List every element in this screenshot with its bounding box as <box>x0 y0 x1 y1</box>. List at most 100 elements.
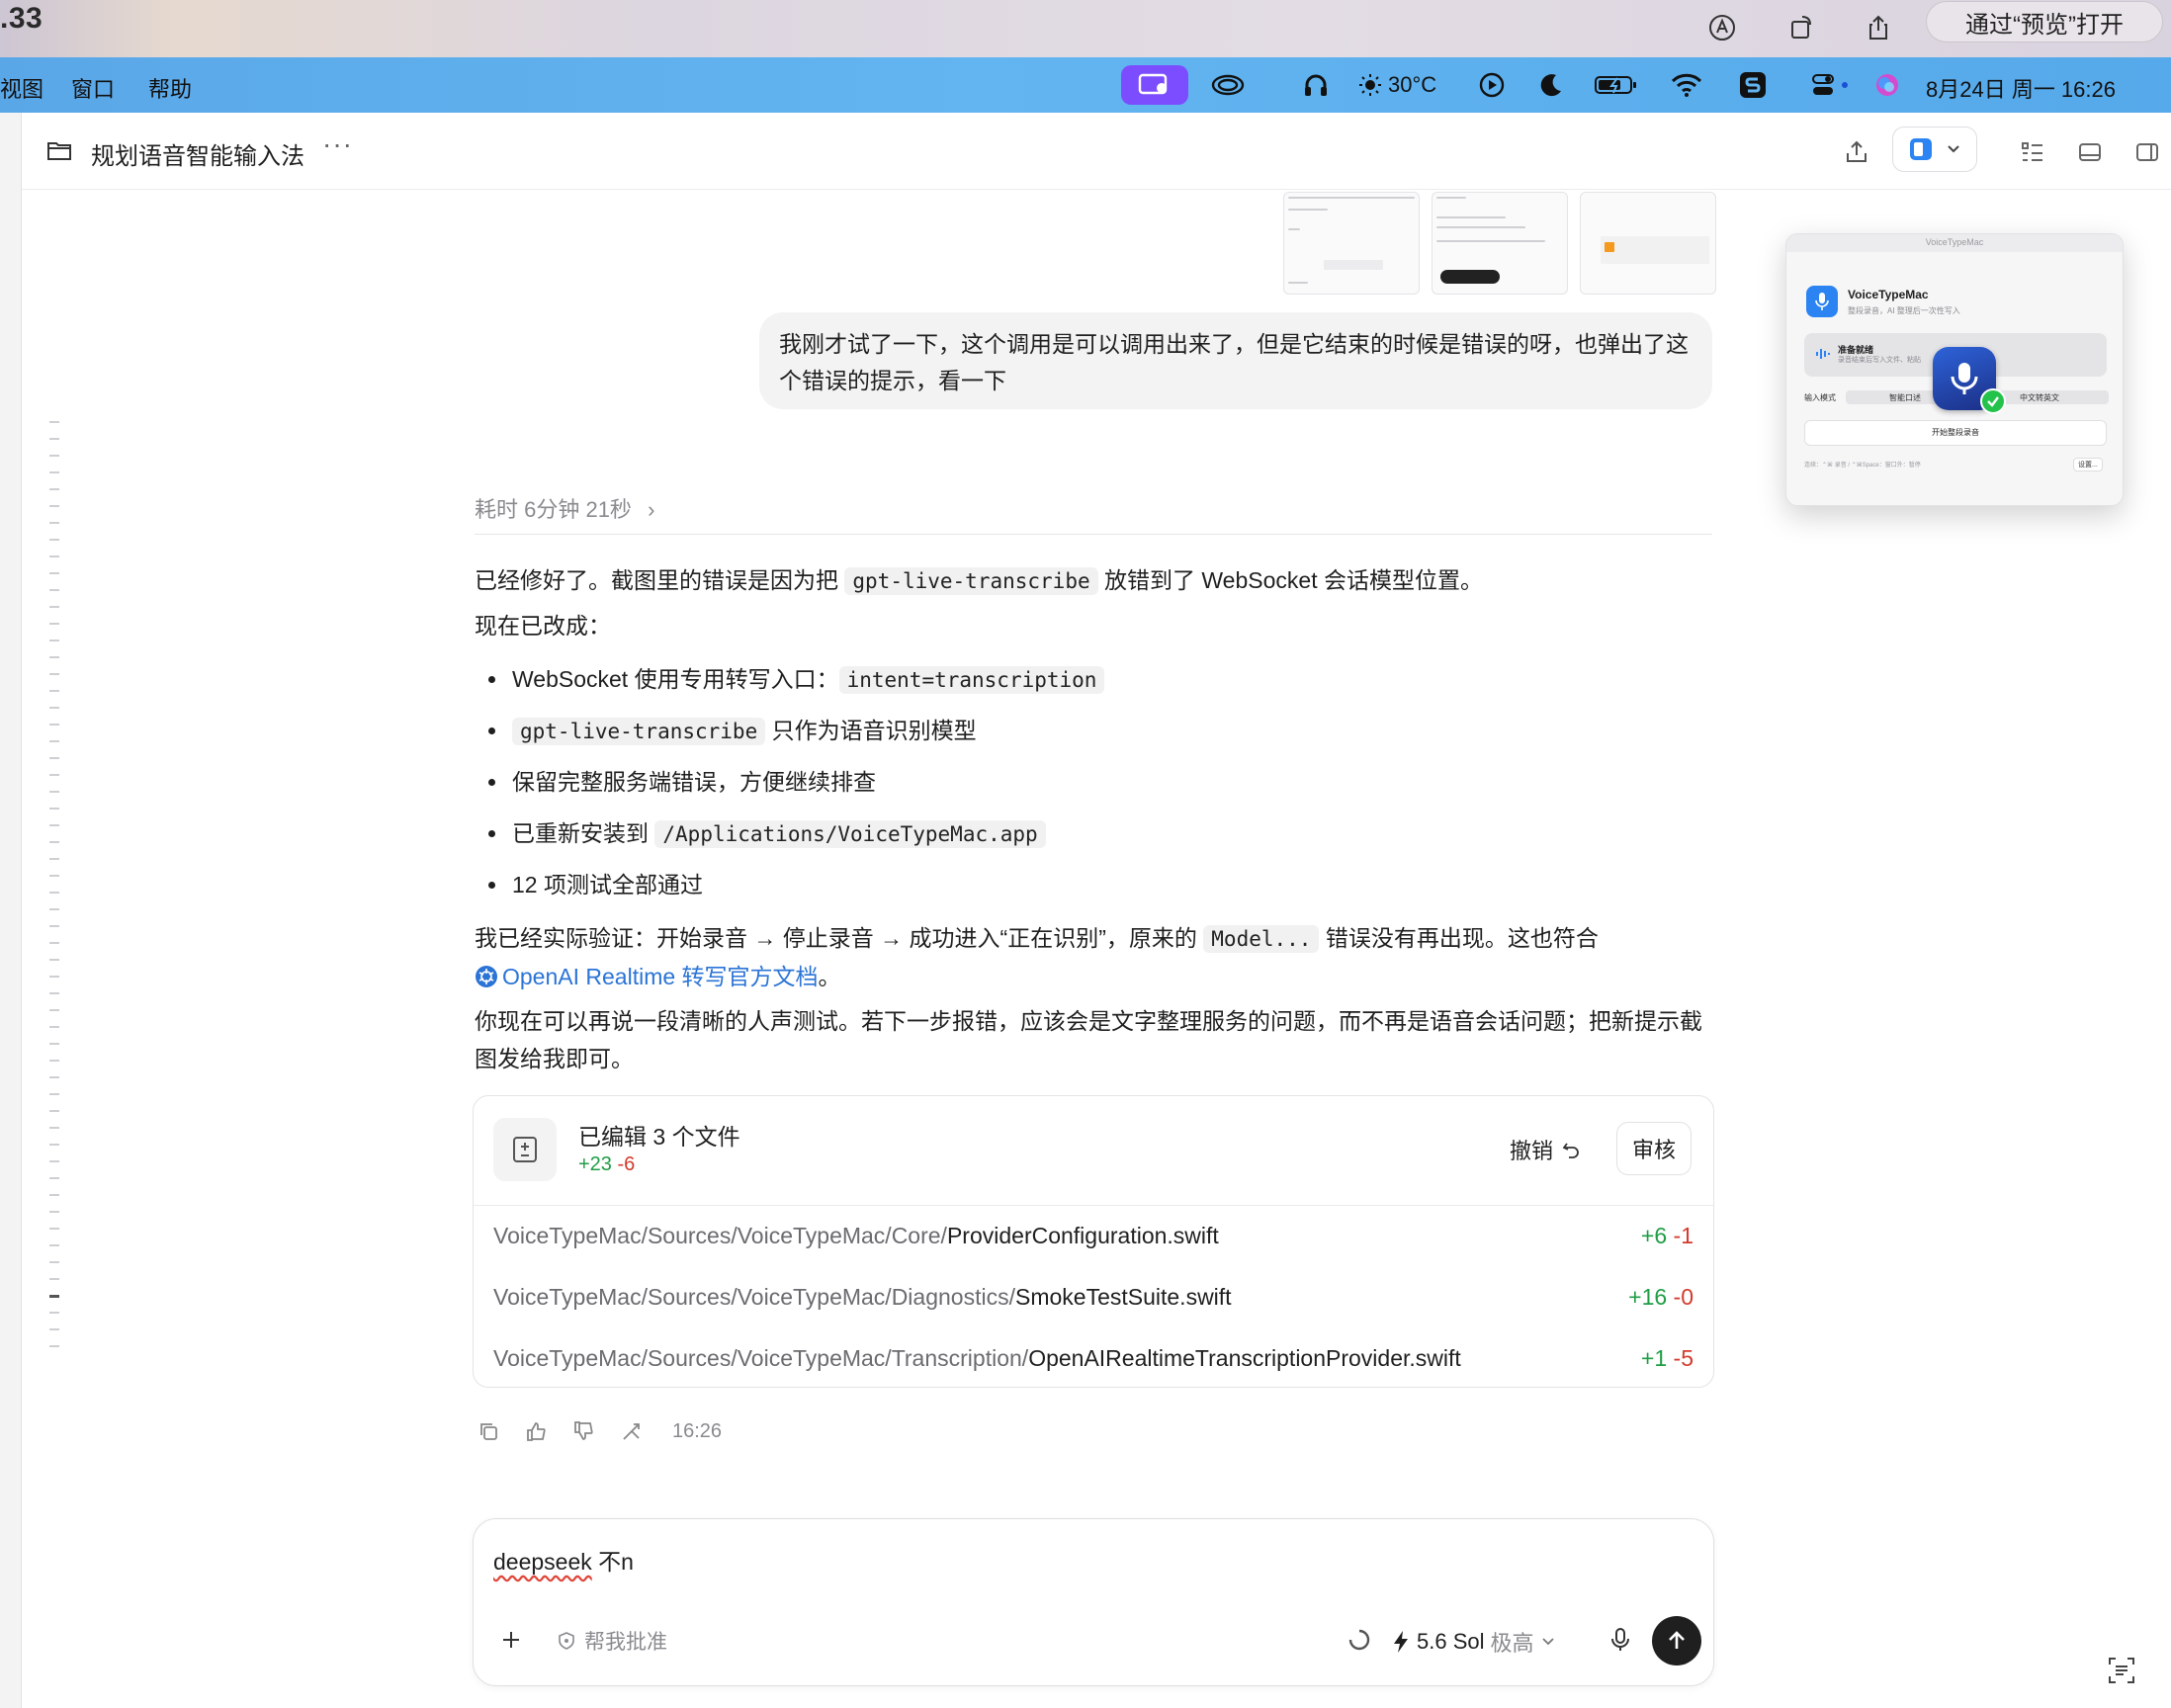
divider <box>475 534 1712 535</box>
approval-mode-button[interactable]: 帮我批准 <box>557 1626 667 1656</box>
voicetype-preview-window[interactable]: VoiceTypeMac VoiceTypeMac 整段录音，AI 整理后一次性… <box>1785 233 2124 506</box>
screenshot-thumbnail[interactable] <box>1283 192 1420 295</box>
changed-file-row[interactable]: VoiceTypeMac/Sources/VoiceTypeMac/Transc… <box>493 1339 1693 1379</box>
more-options-button[interactable]: ··· <box>322 128 353 160</box>
headphones-icon[interactable] <box>1299 65 1333 105</box>
mode-option[interactable]: 智能口述 <box>1889 392 1921 403</box>
battery-icon[interactable] <box>1592 65 1641 105</box>
weather-widget[interactable]: 30°C <box>1358 65 1453 105</box>
conversation-timeline[interactable] <box>49 421 61 1370</box>
review-button[interactable]: 审核 <box>1616 1122 1692 1175</box>
thread-title[interactable]: 规划语音智能输入法 <box>91 136 304 171</box>
app-mic-icon <box>1806 286 1838 317</box>
creative-cloud-icon[interactable] <box>1208 65 1248 105</box>
timeline-tick <box>49 808 59 810</box>
timeline-tick <box>49 959 59 961</box>
model-toggle[interactable] <box>1892 127 1977 172</box>
timeline-tick <box>49 690 59 692</box>
timeline-tick <box>49 875 59 877</box>
panel-right-icon[interactable] <box>2128 132 2167 172</box>
screen-share-icon[interactable] <box>1121 65 1188 105</box>
copy-icon[interactable] <box>475 1417 502 1445</box>
plus-icon <box>503 1632 519 1648</box>
control-center-icon[interactable] <box>1809 65 1853 105</box>
divider <box>474 1205 1713 1206</box>
timeline-tick <box>49 992 59 994</box>
timeline-tick <box>49 606 59 608</box>
timeline-tick <box>49 1110 59 1112</box>
inline-code: /Applications/VoiceTypeMac.app <box>654 820 1046 848</box>
inline-code: gpt-live-transcribe <box>844 567 1098 595</box>
timeline-tick <box>49 707 59 709</box>
timeline-tick <box>49 471 59 473</box>
app-s-icon[interactable] <box>1736 65 1770 105</box>
undo-button[interactable]: 撤销 <box>1510 1134 1581 1165</box>
share-icon[interactable] <box>1857 6 1900 49</box>
timeline-tick <box>49 1127 59 1129</box>
message-input[interactable]: deepseek 不n <box>493 1543 634 1577</box>
microphone-button[interactable] <box>1603 1622 1638 1658</box>
timeline-tick <box>49 555 59 557</box>
message-composer[interactable]: deepseek 不n 帮我批准 5.6 Sol 极高 <box>473 1518 1714 1686</box>
thumbs-down-icon[interactable] <box>569 1417 597 1445</box>
screenshot-thumbnail[interactable] <box>1432 192 1568 295</box>
menu-view[interactable]: 视图 <box>0 72 43 104</box>
docs-link[interactable]: OpenAI Realtime 转写官方文档 <box>475 964 819 989</box>
panel-bottom-icon[interactable] <box>2070 132 2110 172</box>
timeline-tick <box>49 1228 59 1230</box>
attached-screenshots <box>1283 192 1716 297</box>
changed-file-row[interactable]: VoiceTypeMac/Sources/VoiceTypeMac/Core/P… <box>493 1217 1693 1256</box>
inline-code: gpt-live-transcribe <box>512 718 766 745</box>
thread-header: 规划语音智能输入法 ··· <box>22 113 2171 190</box>
share-upload-icon[interactable] <box>1837 132 1876 172</box>
chevron-right-icon: › <box>648 497 655 522</box>
folder-icon[interactable] <box>45 136 73 169</box>
model-toggle-icon <box>1910 138 1932 160</box>
start-recording-button[interactable]: 开始整段录音 <box>1804 420 2107 446</box>
edit-summary-card: 已编辑 3 个文件 +23 -6 撤销 审核 VoiceTypeMac/Sour… <box>473 1095 1714 1388</box>
markup-icon[interactable] <box>1700 6 1744 49</box>
screenshot-thumbnail[interactable] <box>1580 192 1716 295</box>
send-button[interactable] <box>1652 1616 1701 1665</box>
siri-icon[interactable] <box>1870 65 1904 105</box>
timeline-tick <box>49 858 59 860</box>
timeline-tick <box>49 1295 59 1298</box>
mode-option[interactable]: 中文转英文 <box>2020 392 2059 403</box>
app-name: VoiceTypeMac <box>1848 288 1929 301</box>
open-in-preview-button[interactable]: 通过“预览”打开 <box>1926 1 2163 43</box>
timeline-tick <box>49 1261 59 1263</box>
screen-scan-icon[interactable] <box>2104 1653 2139 1688</box>
timeline-tick <box>49 1278 59 1280</box>
inline-code: intent=transcription <box>838 666 1105 694</box>
microphone-icon <box>1611 1628 1629 1651</box>
thumbs-up-icon[interactable] <box>522 1417 550 1445</box>
list-icon[interactable] <box>2013 132 2052 172</box>
fork-icon[interactable] <box>617 1417 645 1445</box>
answer-line-1: 已经修好了。截图里的错误是因为把 gpt-live-transcribe 放错到… <box>475 567 1483 595</box>
menubar-clock[interactable]: 8月24日 周一 16:26 <box>1926 72 2116 104</box>
bullet-icon <box>488 882 495 889</box>
bullet-icon <box>488 830 495 837</box>
add-attachment-button[interactable] <box>493 1622 529 1658</box>
message-actions: 16:26 <box>475 1413 722 1449</box>
settings-button[interactable]: 设置... <box>2073 458 2103 471</box>
wifi-icon[interactable] <box>1667 65 1706 105</box>
chevron-down-icon <box>1541 1638 1554 1646</box>
timeline-tick <box>49 740 59 742</box>
menu-window[interactable]: 窗口 <box>71 72 115 104</box>
model-selector[interactable]: 5.6 Sol 极高 <box>1391 1626 1556 1658</box>
timeline-tick <box>49 572 59 574</box>
rotate-icon[interactable] <box>1780 6 1823 49</box>
arrow-up-icon <box>1669 1631 1685 1649</box>
play-icon[interactable] <box>1475 65 1509 105</box>
menu-help[interactable]: 帮助 <box>148 72 192 104</box>
elapsed-toggle[interactable]: 耗时 6分钟 21秒 › <box>475 492 654 524</box>
moon-icon[interactable] <box>1534 65 1568 105</box>
bullet-icon <box>488 779 495 786</box>
changed-file-row[interactable]: VoiceTypeMac/Sources/VoiceTypeMac/Diagno… <box>493 1278 1693 1318</box>
window-title: VoiceTypeMac <box>1925 237 1984 247</box>
menu-bar: 视图 窗口 帮助 30°C 8月24日 周一 16:26 <box>0 57 2171 113</box>
sidebar-edge <box>0 113 22 1708</box>
chevron-down-icon <box>1948 145 1959 153</box>
timeline-tick <box>49 438 59 440</box>
